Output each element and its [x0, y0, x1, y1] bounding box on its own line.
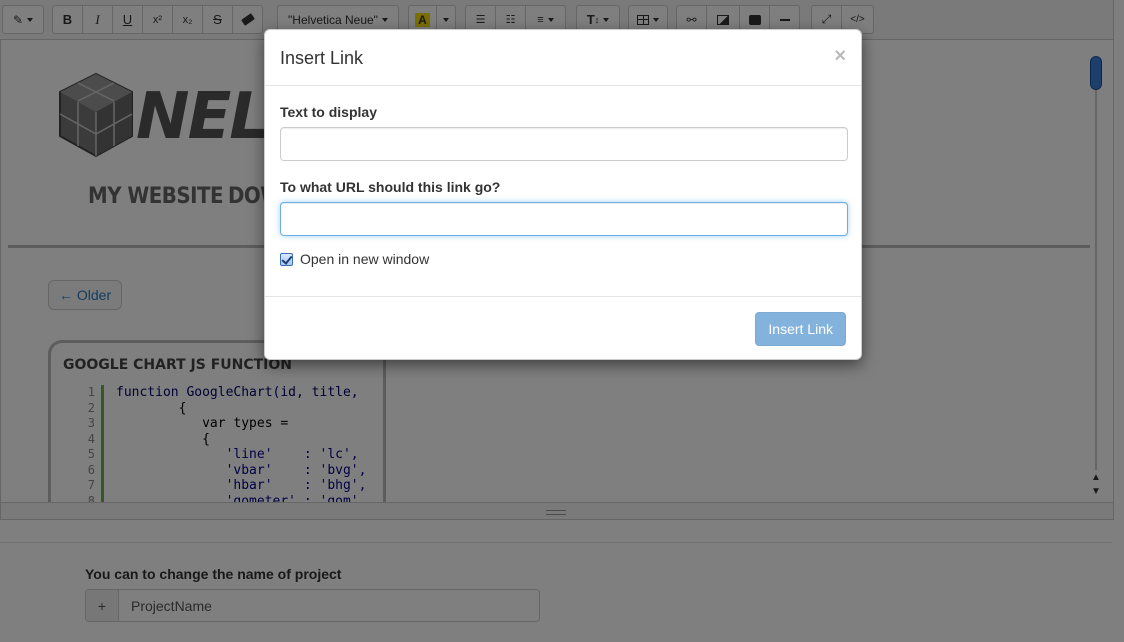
insert-link-dialog: Insert Link × Text to display To what UR… — [264, 29, 862, 360]
open-new-window-checkbox[interactable] — [280, 252, 293, 266]
modal-footer: Insert Link — [265, 296, 861, 361]
close-icon[interactable]: × — [834, 46, 846, 66]
text-to-display-input[interactable] — [280, 127, 848, 161]
open-new-window-label[interactable]: Open in new window — [300, 251, 429, 267]
modal-header: Insert Link × — [265, 30, 861, 86]
modal-title: Insert Link — [280, 48, 364, 68]
open-new-window-option[interactable]: Open in new window — [280, 251, 429, 267]
url-input[interactable] — [280, 202, 848, 236]
insert-link-button[interactable]: Insert Link — [755, 312, 846, 346]
url-label: To what URL should this link go? — [280, 179, 501, 195]
text-to-display-label: Text to display — [280, 104, 377, 120]
